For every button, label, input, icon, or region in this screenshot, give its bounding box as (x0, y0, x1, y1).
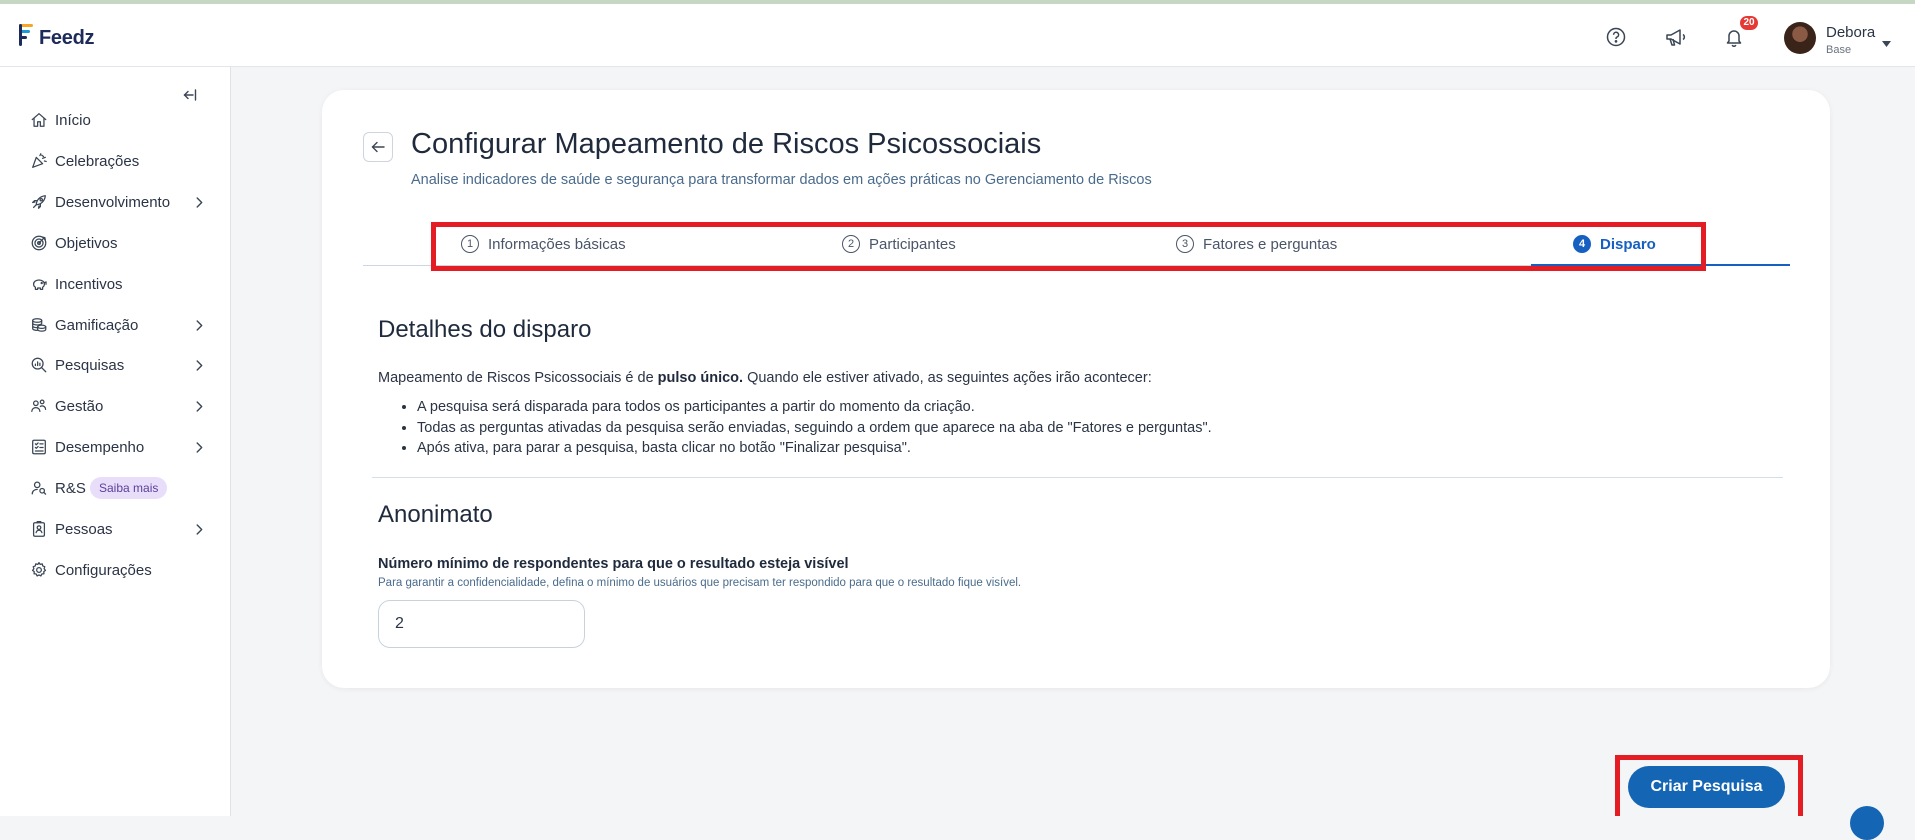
list-item: Todas as perguntas ativadas da pesquisa … (417, 418, 1212, 439)
details-title: Detalhes do disparo (378, 316, 592, 343)
sidebar-item-label: Pessoas (55, 520, 113, 538)
list-item: Após ativa, para parar a pesquisa, basta… (417, 438, 1212, 459)
top-header: Feedz 20 Debora Base (0, 4, 1915, 67)
sidebar-item-pessoas[interactable]: Pessoas (0, 509, 231, 549)
sidebar-item-celebra-es[interactable]: Celebrações (0, 141, 231, 181)
section-divider (372, 477, 1783, 478)
sidebar-item-label: Incentivos (55, 275, 123, 293)
sidebar-item-label: Configurações (55, 561, 152, 579)
steps-highlight-box (431, 222, 1706, 271)
sidebar-item-label: Gamificação (55, 316, 139, 334)
chevron-right-icon (193, 196, 205, 208)
rocket-icon (29, 192, 49, 212)
chevron-right-icon (193, 523, 205, 535)
sidebar-item-incentivos[interactable]: Incentivos (0, 264, 231, 304)
sidebar-item-label: Início (55, 111, 91, 129)
min-respondents-label: Número mínimo de respondentes para que o… (378, 556, 849, 572)
arrow-left-icon (371, 141, 385, 153)
sidebar-item-label: Objetivos (55, 234, 118, 252)
coins-icon (29, 315, 49, 335)
notification-count-badge: 20 (1740, 16, 1758, 30)
user-role: Base (1826, 44, 1852, 56)
page-subtitle: Analise indicadores de saúde e segurança… (411, 172, 1152, 188)
chevron-right-icon (193, 400, 205, 412)
saiba-mais-badge[interactable]: Saiba mais (90, 477, 168, 499)
sidebar-item-gest-o[interactable]: Gestão (0, 386, 231, 426)
sidebar-item-objetivos[interactable]: Objetivos (0, 223, 231, 263)
target-icon (29, 233, 49, 253)
sidebar-item-label: Celebrações (55, 152, 140, 170)
chevron-right-icon (193, 319, 205, 331)
min-respondents-input[interactable] (378, 600, 585, 648)
user-menu-caret-icon[interactable] (1882, 34, 1891, 52)
sidebar-item-label: R&S (55, 479, 86, 497)
piggy-bank-icon (29, 274, 49, 294)
sidebar-item-in-cio[interactable]: Início (0, 100, 231, 140)
party-popper-icon (29, 151, 49, 171)
sidebar-item-configura-es[interactable]: Configurações (0, 550, 231, 590)
id-badge-icon (29, 519, 49, 539)
anonymity-title: Anonimato (378, 501, 493, 528)
list-item: A pesquisa será disparada para todos os … (417, 397, 1212, 418)
feedz-logo[interactable]: Feedz (17, 18, 94, 48)
sidebar-item-label: Gestão (55, 397, 104, 415)
sidebar-item-desempenho[interactable]: Desempenho (0, 427, 231, 467)
sidebar-item-label: Desempenho (55, 438, 145, 456)
details-intro-prefix: Mapeamento de Riscos Psicossociais é de (378, 370, 658, 386)
sidebar-item-desenvolvimento[interactable]: Desenvolvimento (0, 182, 231, 222)
logo-text: Feedz (39, 27, 95, 49)
details-intro-suffix: Quando ele estiver ativado, as seguintes… (743, 370, 1152, 386)
feedz-logo-icon (19, 24, 33, 46)
home-icon (29, 110, 49, 130)
details-bullet-list: A pesquisa será disparada para todos os … (398, 397, 1212, 459)
sidebar-item-label: Pesquisas (55, 356, 125, 374)
users-icon (29, 396, 49, 416)
chat-widget-button[interactable] (1850, 806, 1884, 840)
page-title: Configurar Mapeamento de Riscos Psicosso… (411, 128, 1042, 160)
user-search-icon (29, 478, 49, 498)
back-button[interactable] (363, 132, 393, 162)
sidebar-item-pesquisas[interactable]: Pesquisas (0, 345, 231, 385)
sidebar-item-label: Desenvolvimento (55, 193, 171, 211)
details-intro-bold: pulso único. (657, 370, 744, 386)
user-avatar[interactable] (1784, 22, 1816, 54)
megaphone-icon[interactable] (1662, 24, 1688, 50)
sidebar-item-r-s[interactable]: R&S Saiba mais (0, 468, 231, 508)
create-survey-button[interactable]: Criar Pesquisa (1628, 766, 1785, 808)
min-respondents-help: Para garantir a confidencialidade, defin… (378, 577, 1022, 589)
chevron-right-icon (193, 359, 205, 371)
sidebar-item-gamifica-o[interactable]: Gamificação (0, 305, 231, 345)
chevron-right-icon (193, 441, 205, 453)
help-circle-icon[interactable] (1603, 24, 1629, 50)
user-name[interactable]: Debora (1826, 24, 1875, 41)
details-description: Mapeamento de Riscos Psicossociais é de … (378, 370, 1152, 386)
search-chart-icon (29, 355, 49, 375)
gear-icon (29, 560, 49, 580)
checklist-icon (29, 437, 49, 457)
